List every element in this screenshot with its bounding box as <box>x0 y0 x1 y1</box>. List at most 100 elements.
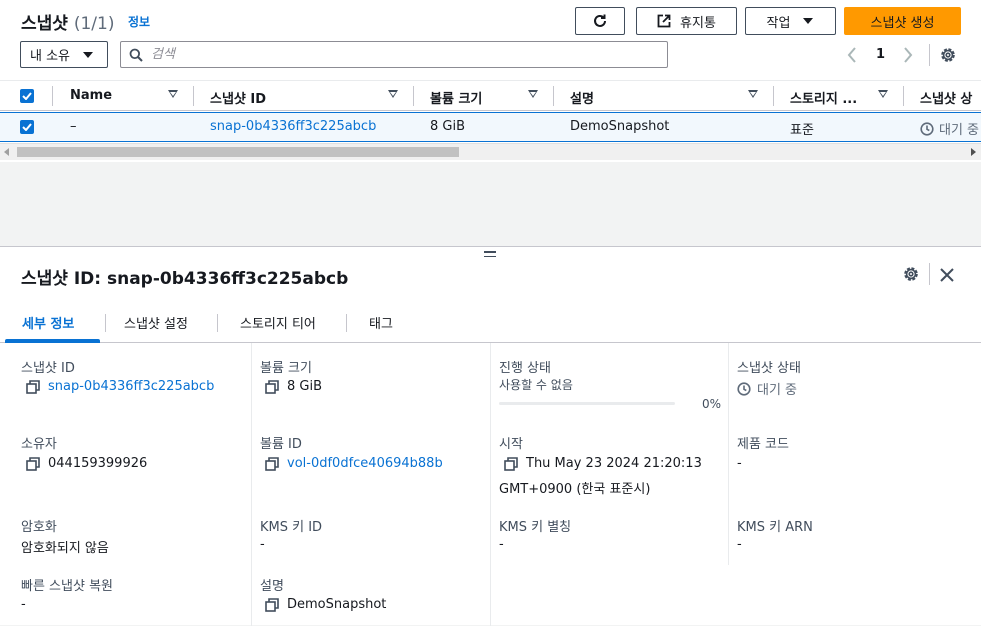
tab-divider <box>105 314 106 332</box>
panel-header-divider <box>929 263 930 285</box>
search-box[interactable] <box>120 41 668 68</box>
start-time-value: Thu May 23 2024 21:20:13 <box>504 456 702 471</box>
handle-line <box>484 251 496 253</box>
owner-text: 044159399926 <box>48 456 148 471</box>
volume-id-label: 볼륨 ID <box>260 437 302 452</box>
column-divider[interactable] <box>773 86 774 106</box>
tab-snapshot-settings[interactable]: 스냅샷 설정 <box>124 313 188 332</box>
column-divider <box>52 86 53 106</box>
fast-restore-value: - <box>21 597 26 612</box>
create-snapshot-label: 스냅샷 생성 <box>870 15 935 31</box>
sort-icon[interactable] <box>528 90 538 98</box>
create-snapshot-button[interactable]: 스냅샷 생성 <box>844 7 961 35</box>
pending-clock-icon <box>920 121 934 136</box>
row-name: – <box>70 119 77 134</box>
panel-settings-gear-icon[interactable] <box>902 265 920 283</box>
kms-key-id-value: - <box>260 537 265 552</box>
kms-key-alias-value: - <box>499 537 504 552</box>
copy-icon[interactable] <box>26 456 40 471</box>
description-text: DemoSnapshot <box>287 597 387 612</box>
split-pane-handle[interactable] <box>484 251 496 259</box>
current-page-number[interactable]: 1 <box>876 47 885 62</box>
column-divider[interactable] <box>413 86 414 106</box>
column-header-snapshot-id[interactable]: 스냅샷 ID <box>210 88 266 107</box>
recycle-bin-button[interactable]: 휴지통 <box>636 7 737 35</box>
column-header-snapshot-state[interactable]: 스냅샷 상 <box>920 88 972 107</box>
progress-percent: 0% <box>702 397 722 411</box>
encryption-value: 암호화되지 않음 <box>21 541 109 556</box>
refresh-button[interactable] <box>575 7 625 35</box>
scroll-left-icon[interactable] <box>4 148 10 156</box>
column-separator <box>728 343 729 565</box>
prev-page-icon[interactable] <box>847 47 857 63</box>
row-checkbox[interactable] <box>20 120 34 134</box>
progress-status: 사용할 수 없음 <box>499 378 573 392</box>
snapshot-state-text: 대기 중 <box>757 383 798 398</box>
copy-icon[interactable] <box>26 379 40 394</box>
volume-size-value: 8 GiB <box>265 379 322 394</box>
sort-icon[interactable] <box>878 90 888 98</box>
scrollbar-thumb[interactable] <box>17 147 459 157</box>
kms-key-alias-label: KMS 키 별칭 <box>499 520 572 535</box>
column-header-description[interactable]: 설명 <box>570 88 594 107</box>
start-time-label: 시작 <box>499 437 523 452</box>
actions-button[interactable]: 작업 <box>745 7 836 35</box>
checkmark-icon <box>22 123 32 131</box>
row-snapshot-id-link[interactable]: snap-0b4336ff3c225abcb <box>210 119 376 134</box>
caret-down-icon <box>803 18 814 24</box>
caret-down-icon <box>83 51 94 58</box>
volume-id-link[interactable]: vol-0df0dfce40694b88b <box>287 456 443 471</box>
external-link-icon <box>657 14 671 28</box>
copy-icon[interactable] <box>265 379 279 394</box>
column-header-name[interactable]: Name <box>70 88 112 103</box>
copy-icon[interactable] <box>265 597 279 612</box>
search-input[interactable] <box>151 47 651 62</box>
volume-size-label: 볼륨 크기 <box>260 361 312 376</box>
horizontal-scrollbar[interactable] <box>0 143 981 160</box>
search-icon <box>129 48 143 62</box>
column-divider[interactable] <box>903 86 904 106</box>
snapshot-id-link[interactable]: snap-0b4336ff3c225abcb <box>48 379 214 394</box>
product-code-label: 제품 코드 <box>737 437 789 452</box>
owner-filter-value: 내 소유 <box>30 49 71 64</box>
tab-divider <box>217 314 218 332</box>
column-separator <box>251 343 252 626</box>
encryption-label: 암호화 <box>21 520 57 535</box>
next-page-icon[interactable] <box>903 47 913 63</box>
progress-label: 진행 상태 <box>499 361 551 376</box>
refresh-icon <box>594 14 606 27</box>
owner-label: 소유자 <box>21 437 57 452</box>
description-value: DemoSnapshot <box>265 597 386 612</box>
column-header-volume-size[interactable]: 볼륨 크기 <box>430 88 482 107</box>
tab-tags[interactable]: 태그 <box>369 313 393 332</box>
settings-gear-icon[interactable] <box>939 46 957 64</box>
tab-details[interactable]: 세부 정보 <box>22 313 74 332</box>
select-all-checkbox[interactable] <box>20 89 34 103</box>
start-time-line2: GMT+0900 (한국 표준시) <box>499 478 650 497</box>
table-row[interactable]: – snap-0b4336ff3c225abcb 8 GiB DemoSnaps… <box>0 112 981 142</box>
volume-size-text: 8 GiB <box>287 379 323 394</box>
sort-icon[interactable] <box>748 90 758 98</box>
scroll-right-icon[interactable] <box>970 148 976 156</box>
kms-key-arn-label: KMS 키 ARN <box>737 520 813 535</box>
column-header-storage-tier[interactable]: 스토리지 ... <box>790 88 857 107</box>
kms-key-id-label: KMS 키 ID <box>260 520 323 535</box>
column-divider[interactable] <box>553 86 554 106</box>
column-divider[interactable] <box>193 86 194 106</box>
sort-icon[interactable] <box>388 90 398 98</box>
close-icon[interactable] <box>940 268 954 282</box>
owner-filter-select[interactable]: 내 소유 <box>20 41 108 68</box>
copy-icon[interactable] <box>504 456 518 471</box>
selection-count: (1/1) <box>73 14 115 34</box>
owner-value: 044159399926 <box>26 456 147 471</box>
copy-icon[interactable] <box>265 456 279 471</box>
tab-storage-tier[interactable]: 스토리지 티어 <box>240 313 316 332</box>
info-link[interactable]: 정보 <box>128 13 150 30</box>
progress-bar <box>499 402 675 405</box>
sort-icon[interactable] <box>168 90 178 98</box>
pager-divider <box>929 44 930 66</box>
snapshot-state-label: 스냅샷 상태 <box>737 361 801 376</box>
actions-label: 작업 <box>766 15 791 31</box>
tab-divider <box>346 314 347 332</box>
pending-clock-icon <box>737 381 751 396</box>
